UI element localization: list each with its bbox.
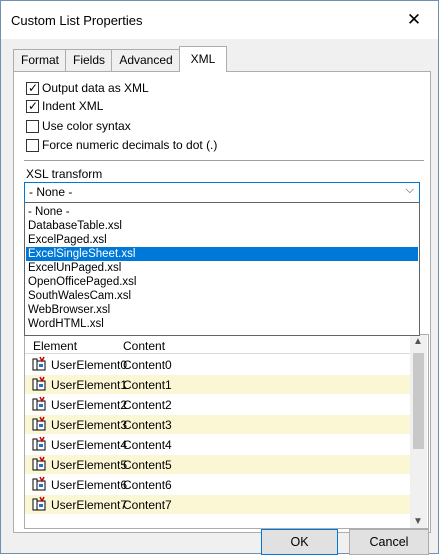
xml-element-icon: [32, 416, 46, 431]
element-content-grid[interactable]: Element Content UserElement0 Content0 Us…: [24, 334, 429, 529]
xml-element-icon: [32, 356, 46, 371]
row-content: Content0: [123, 358, 172, 372]
xml-element-icon: [32, 436, 46, 451]
checkbox-label: Force numeric decimals to dot (.): [42, 138, 218, 152]
checkbox-box: ✓: [26, 99, 39, 113]
tab-advanced[interactable]: Advanced: [111, 49, 181, 71]
row-content: Content5: [123, 458, 172, 472]
xsl-option-excelunpaged[interactable]: ExcelUnPaged.xsl: [26, 261, 418, 275]
checkbox-label: Indent XML: [42, 99, 104, 113]
header-element: Element: [33, 339, 78, 353]
xml-element-icon: [32, 376, 46, 391]
xsl-transform-select[interactable]: - None - ⌵: [24, 182, 420, 203]
xsl-selected-value: - None -: [29, 185, 73, 199]
chevron-down-icon[interactable]: ⌵: [406, 184, 414, 197]
checkmark-icon: ✓: [28, 81, 39, 95]
xml-element-icon: [32, 456, 46, 471]
tab-format[interactable]: Format: [13, 49, 67, 71]
title-bar: Custom List Properties ✕: [1, 1, 438, 39]
row-element: UserElement2: [51, 398, 128, 412]
xsl-option-wordhtml[interactable]: WordHTML.xsl: [26, 317, 418, 331]
row-content: Content3: [123, 418, 172, 432]
row-content: Content4: [123, 438, 172, 452]
xsl-dropdown-list: - None - DatabaseTable.xsl ExcelPaged.xs…: [24, 202, 420, 336]
checkbox-label: Use color syntax: [42, 119, 131, 133]
checkbox-label: Output data as XML: [42, 81, 149, 95]
close-icon[interactable]: ✕: [404, 10, 424, 30]
tab-fields[interactable]: Fields: [65, 49, 113, 71]
table-row[interactable]: UserElement1 Content1: [25, 375, 410, 394]
row-content: Content1: [123, 378, 172, 392]
row-element: UserElement0: [51, 358, 128, 372]
tab-xml[interactable]: XML: [179, 46, 227, 72]
header-content: Content: [123, 339, 166, 353]
xsl-option-webbrowser[interactable]: WebBrowser.xsl: [26, 303, 418, 317]
dialog-window: Custom List Properties ✕ Format Fields A…: [0, 0, 439, 555]
checkbox-box: [26, 139, 39, 152]
row-element: UserElement7: [51, 498, 128, 512]
separator: [24, 160, 424, 161]
row-element: UserElement6: [51, 478, 128, 492]
row-element: UserElement5: [51, 458, 128, 472]
table-row[interactable]: UserElement2 Content2: [25, 395, 410, 414]
window-title: Custom List Properties: [11, 13, 143, 28]
row-element: UserElement4: [51, 438, 128, 452]
row-content: Content7: [123, 498, 172, 512]
xsl-option-excelsinglesheet[interactable]: ExcelSingleSheet.xsl: [26, 247, 418, 261]
xsl-option-excelpaged[interactable]: ExcelPaged.xsl: [26, 233, 418, 247]
xsl-option-none[interactable]: - None -: [26, 205, 418, 219]
scroll-up-icon[interactable]: ▲: [413, 336, 423, 347]
xml-tab-panel: ✓ Output data as XML ✓ Indent XML Use co…: [13, 71, 431, 533]
row-content: Content6: [123, 478, 172, 492]
scroll-down-icon[interactable]: ▼: [413, 516, 423, 527]
table-row[interactable]: UserElement7 Content7: [25, 495, 410, 514]
row-element: UserElement3: [51, 418, 128, 432]
row-content: Content2: [123, 398, 172, 412]
xml-element-icon: [32, 496, 46, 511]
checkbox-box: [26, 120, 39, 133]
table-row[interactable]: UserElement6 Content6: [25, 475, 410, 494]
table-row[interactable]: UserElement4 Content4: [25, 435, 410, 454]
checkmark-icon: ✓: [28, 99, 39, 113]
checkbox-box: ✓: [26, 81, 39, 95]
ok-button[interactable]: OK: [261, 529, 338, 555]
xsl-option-databasetable[interactable]: DatabaseTable.xsl: [26, 219, 418, 233]
table-row[interactable]: UserElement3 Content3: [25, 415, 410, 434]
xsl-option-openofficepaged[interactable]: OpenOfficePaged.xsl: [26, 275, 418, 289]
table-row[interactable]: UserElement0 Content0: [25, 355, 410, 374]
xsl-transform-label: XSL transform: [26, 167, 103, 181]
cancel-button[interactable]: Cancel: [349, 529, 429, 555]
vertical-scrollbar[interactable]: ▲ ▼: [410, 335, 427, 528]
xml-element-icon: [32, 476, 46, 491]
xsl-option-southwalescam[interactable]: SouthWalesCam.xsl: [26, 289, 418, 303]
xml-element-icon: [32, 396, 46, 411]
grid-header: Element Content: [25, 335, 410, 354]
table-row[interactable]: UserElement5 Content5: [25, 455, 410, 474]
row-element: UserElement1: [51, 378, 128, 392]
scroll-thumb[interactable]: [413, 353, 424, 449]
